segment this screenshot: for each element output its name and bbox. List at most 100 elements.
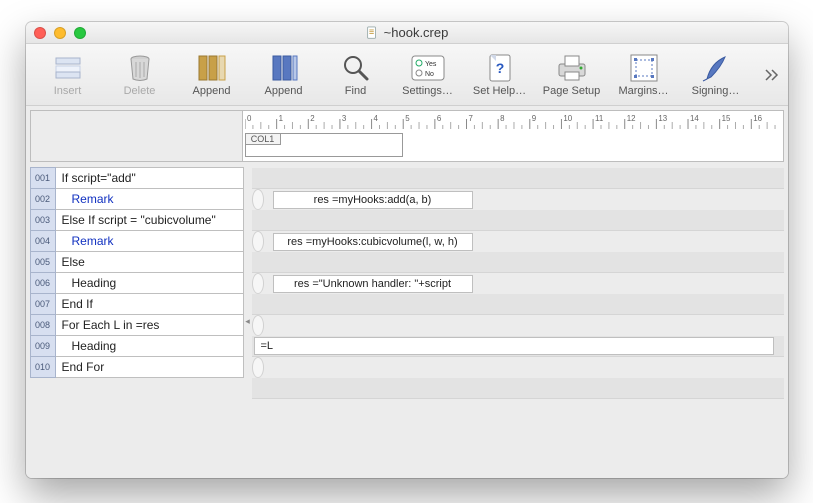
line-text[interactable]: Else If script = "cubicvolume" <box>56 209 244 231</box>
grid-row <box>252 252 784 273</box>
signing-button[interactable]: Signing… <box>680 46 752 104</box>
printer-icon <box>555 54 589 82</box>
line-number: 005 <box>30 251 56 273</box>
line-number: 009 <box>30 335 56 357</box>
column-header[interactable]: COL1 <box>245 133 403 157</box>
line-number: 003 <box>30 209 56 231</box>
line-text[interactable]: Remark <box>56 230 244 252</box>
grid-cell[interactable]: res ="Unknown handler: "+script <box>273 275 473 293</box>
line-text[interactable]: Heading <box>56 272 244 294</box>
grid-row: res =myHooks:cubicvolume(l, w, h) <box>252 231 264 252</box>
line-number: 004 <box>30 230 56 252</box>
script-line[interactable]: 004Remark <box>30 231 244 252</box>
zoom-icon[interactable] <box>74 27 86 39</box>
ruler-panel: 012345678910111213141516 COL1 <box>30 110 784 162</box>
svg-text:14: 14 <box>690 114 699 123</box>
append-rows-icon <box>197 54 227 82</box>
margins-button[interactable]: Margins… <box>608 46 680 104</box>
vertical-splitter[interactable]: ◂ <box>244 168 252 474</box>
append-button-2[interactable]: Append <box>248 46 320 104</box>
line-text[interactable]: If script="add" <box>56 167 244 189</box>
chevron-right-icon <box>765 69 779 81</box>
settings-icon: Yes No <box>411 55 445 81</box>
script-line[interactable]: 001If script="add" <box>30 168 244 189</box>
content-area: 012345678910111213141516 COL1 001If scri… <box>26 106 788 478</box>
svg-text:2: 2 <box>310 114 315 123</box>
find-button[interactable]: Find <box>320 46 392 104</box>
grid-cell[interactable]: res =myHooks:add(a, b) <box>273 191 473 209</box>
svg-text:8: 8 <box>500 114 505 123</box>
help-icon: ? <box>486 53 514 83</box>
grid-row <box>252 168 784 189</box>
grid-row: res =myHooks:add(a, b) <box>252 189 264 210</box>
line-text[interactable]: Remark <box>56 188 244 210</box>
line-text[interactable]: End For <box>56 356 244 378</box>
svg-text:Yes: Yes <box>425 61 437 68</box>
line-text[interactable]: End If <box>56 293 244 315</box>
titlebar: ~hook.crep <box>26 22 788 44</box>
trash-icon <box>126 53 154 83</box>
sethelp-button[interactable]: ? Set Help… <box>464 46 536 104</box>
svg-text:11: 11 <box>595 114 604 123</box>
feather-icon <box>701 53 731 83</box>
line-text[interactable]: For Each L in =res <box>56 314 244 336</box>
grid-row <box>252 315 264 336</box>
grid-row <box>252 357 264 378</box>
line-number: 001 <box>30 167 56 189</box>
line-number: 002 <box>30 188 56 210</box>
svg-text:0: 0 <box>246 114 251 123</box>
line-number: 008 <box>30 314 56 336</box>
grid-cell[interactable]: =L <box>254 337 774 355</box>
svg-text:7: 7 <box>468 114 473 123</box>
window-title: ~hook.crep <box>384 25 449 40</box>
svg-text:5: 5 <box>405 114 410 123</box>
grid-row: =L <box>252 336 784 357</box>
line-number: 010 <box>30 356 56 378</box>
svg-text:10: 10 <box>563 114 572 123</box>
pagesetup-button[interactable]: Page Setup <box>536 46 608 104</box>
document-icon <box>365 26 379 40</box>
line-text[interactable]: Heading <box>56 335 244 357</box>
grid-row <box>252 378 784 399</box>
append-cols-icon <box>269 54 299 82</box>
line-number: 007 <box>30 293 56 315</box>
line-number: 006 <box>30 272 56 294</box>
insert-button[interactable]: Insert <box>32 46 104 104</box>
horizontal-ruler: 012345678910111213141516 <box>245 113 779 131</box>
settings-button[interactable]: YesNo Settings… <box>392 46 464 104</box>
script-line[interactable]: 005Else <box>30 252 244 273</box>
script-line[interactable]: 006Heading <box>30 273 244 294</box>
svg-text:13: 13 <box>658 114 667 123</box>
col1-tab[interactable]: COL1 <box>245 133 281 145</box>
margins-icon <box>629 53 659 83</box>
delete-button[interactable]: Delete <box>104 46 176 104</box>
overflow-button[interactable] <box>762 69 782 81</box>
svg-text:12: 12 <box>626 114 635 123</box>
grid-row <box>252 210 784 231</box>
grid-row <box>252 294 784 315</box>
value-grid: res =myHooks:add(a, b) res =myHooks:cubic… <box>252 168 784 474</box>
minimize-icon[interactable] <box>54 27 66 39</box>
grid-row: res ="Unknown handler: "+script <box>252 273 264 294</box>
search-icon <box>341 53 371 83</box>
script-line[interactable]: 009Heading <box>30 336 244 357</box>
svg-text:No: No <box>425 71 434 78</box>
close-icon[interactable] <box>34 27 46 39</box>
script-line[interactable]: 007End If <box>30 294 244 315</box>
svg-text:15: 15 <box>721 114 730 123</box>
svg-text:?: ? <box>495 60 504 76</box>
script-outline: 001If script="add"002Remark003Else If sc… <box>30 168 244 474</box>
script-line[interactable]: 002Remark <box>30 189 244 210</box>
append-button-1[interactable]: Append <box>176 46 248 104</box>
grid-cell[interactable]: res =myHooks:cubicvolume(l, w, h) <box>273 233 473 251</box>
svg-text:1: 1 <box>278 114 283 123</box>
insert-icon <box>52 54 84 82</box>
svg-text:16: 16 <box>753 114 762 123</box>
script-line[interactable]: 010End For <box>30 357 244 378</box>
app-window: ~hook.crep Insert Delete Append Append F… <box>26 22 788 478</box>
svg-text:3: 3 <box>341 114 346 123</box>
script-line[interactable]: 003Else If script = "cubicvolume" <box>30 210 244 231</box>
line-text[interactable]: Else <box>56 251 244 273</box>
script-line[interactable]: 008For Each L in =res <box>30 315 244 336</box>
toolbar: Insert Delete Append Append Find Yes No S… <box>26 44 788 106</box>
